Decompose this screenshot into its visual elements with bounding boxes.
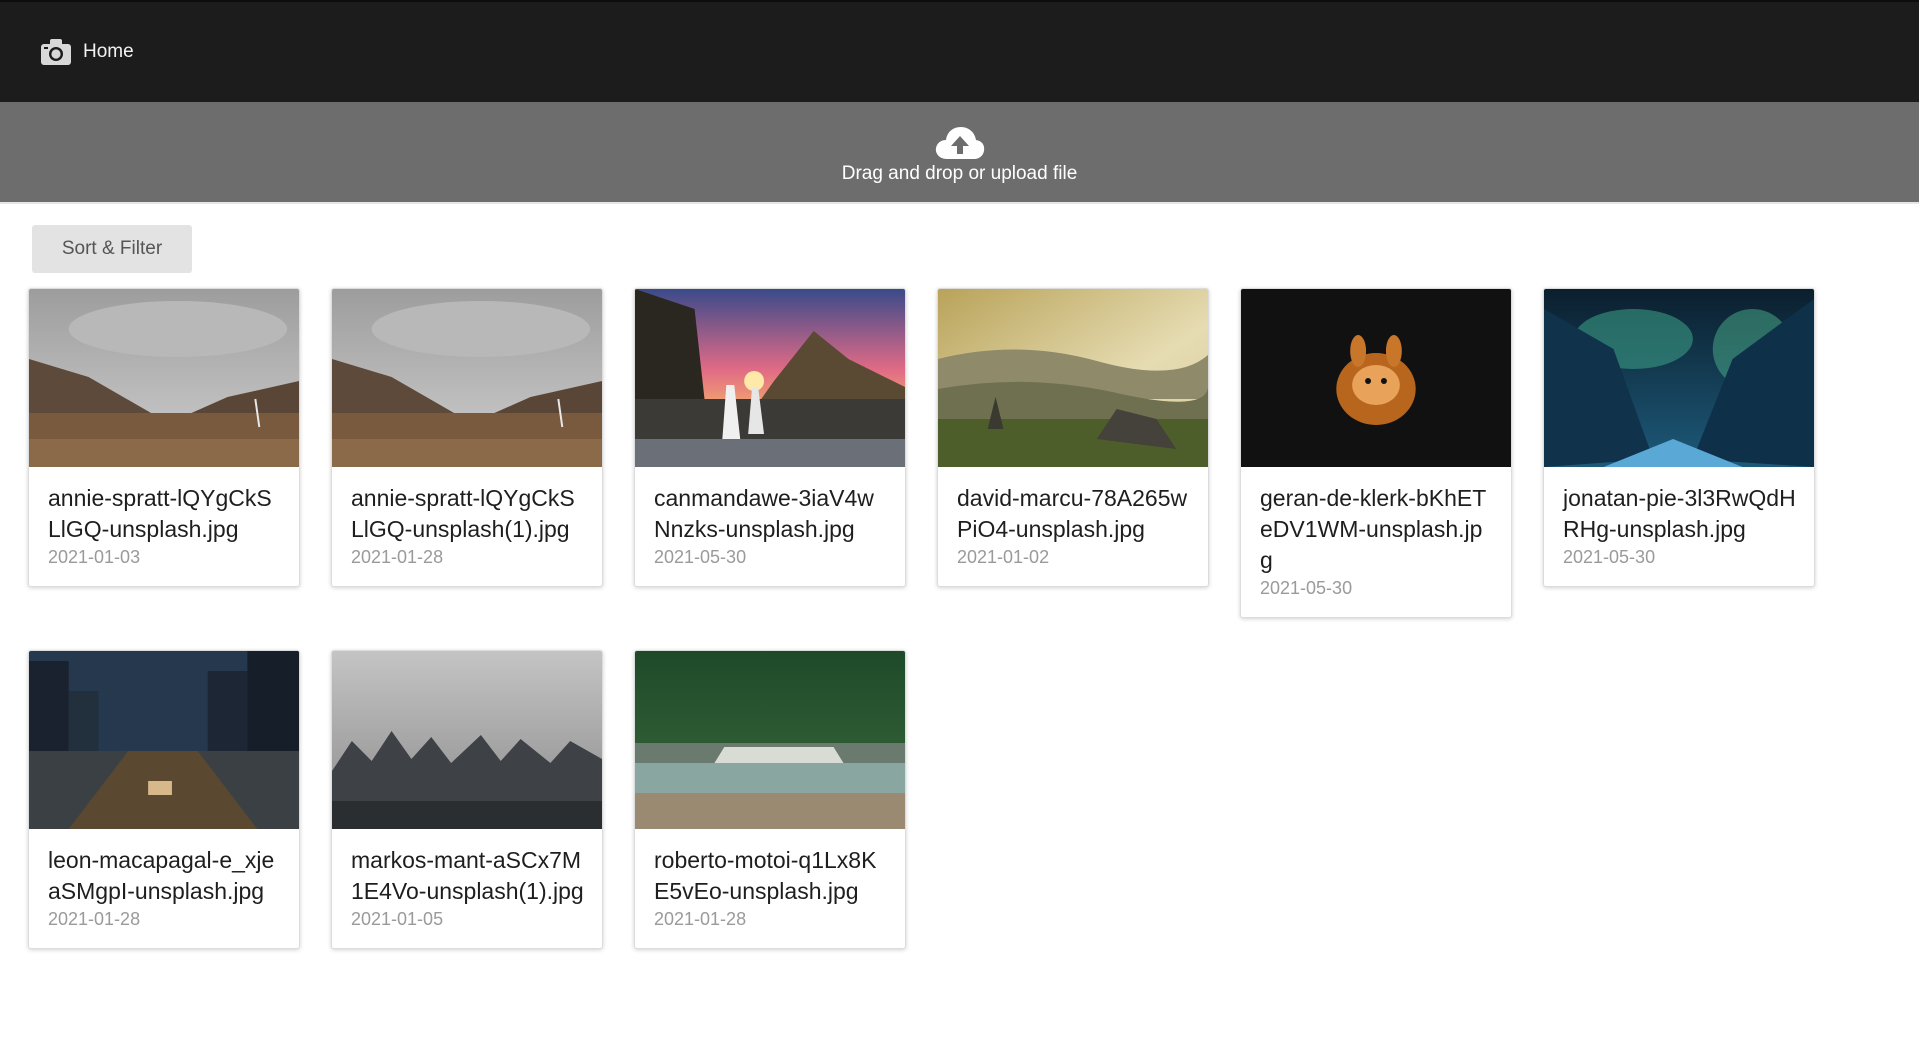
file-date: 2021-01-03 xyxy=(48,547,141,567)
file-date: 2021-01-28 xyxy=(654,909,747,929)
file-thumbnail xyxy=(29,289,299,467)
file-date: 2021-01-28 xyxy=(48,909,141,929)
file-date: 2021-05-30 xyxy=(1260,578,1353,598)
file-grid: annie-spratt-lQYgCkSLlGQ-unsplash.jpg 20… xyxy=(28,288,1828,949)
file-name: roberto-motoi-q1Lx8KE5vEo-unsplash.jpg xyxy=(654,847,877,904)
top-navbar: Home xyxy=(0,0,1919,102)
upload-dropzone[interactable]: Drag and drop or upload file xyxy=(0,102,1919,204)
cloud-upload-icon xyxy=(935,119,985,161)
home-link[interactable]: Home xyxy=(41,39,134,65)
file-card[interactable]: canmandawe-3iaV4wNnzks-unsplash.jpg 2021… xyxy=(634,288,906,587)
file-thumbnail xyxy=(29,651,299,829)
file-name: markos-mant-aSCx7M1E4Vo-unsplash(1).jpg xyxy=(351,847,584,904)
file-name: david-marcu-78A265wPiO4-unsplash.jpg xyxy=(957,485,1188,542)
file-name: annie-spratt-lQYgCkSLlGQ-unsplash(1).jpg xyxy=(351,485,575,542)
file-thumbnail xyxy=(332,651,602,829)
file-name: canmandawe-3iaV4wNnzks-unsplash.jpg xyxy=(654,485,874,542)
camera-icon xyxy=(41,39,71,65)
file-thumbnail xyxy=(635,651,905,829)
file-thumbnail xyxy=(1241,289,1511,467)
file-name: annie-spratt-lQYgCkSLlGQ-unsplash.jpg xyxy=(48,485,272,542)
file-thumbnail xyxy=(1544,289,1814,467)
file-date: 2021-05-30 xyxy=(1563,547,1656,567)
file-date: 2021-01-28 xyxy=(351,547,444,567)
file-date: 2021-05-30 xyxy=(654,547,747,567)
sort-filter-button[interactable]: Sort & Filter xyxy=(32,225,192,273)
file-name: geran-de-klerk-bKhETeDV1WM-unsplash.jpg xyxy=(1260,485,1487,573)
upload-label: Drag and drop or upload file xyxy=(841,163,1078,184)
file-thumbnail xyxy=(635,289,905,467)
file-card[interactable]: david-marcu-78A265wPiO4-unsplash.jpg 202… xyxy=(937,288,1209,587)
file-name: leon-macapagal-e_xjeaSMgpI-unsplash.jpg xyxy=(48,847,275,904)
file-name: jonatan-pie-3l3RwQdHRHg-unsplash.jpg xyxy=(1563,485,1796,542)
file-card[interactable]: annie-spratt-lQYgCkSLlGQ-unsplash.jpg 20… xyxy=(28,288,300,587)
file-card[interactable]: geran-de-klerk-bKhETeDV1WM-unsplash.jpg … xyxy=(1240,288,1512,618)
file-thumbnail xyxy=(332,289,602,467)
file-card[interactable]: roberto-motoi-q1Lx8KE5vEo-unsplash.jpg 2… xyxy=(634,650,906,949)
file-card[interactable]: jonatan-pie-3l3RwQdHRHg-unsplash.jpg 202… xyxy=(1543,288,1815,587)
file-thumbnail xyxy=(938,289,1208,467)
home-label: Home xyxy=(83,41,134,62)
file-card[interactable]: markos-mant-aSCx7M1E4Vo-unsplash(1).jpg … xyxy=(331,650,603,949)
file-card[interactable]: leon-macapagal-e_xjeaSMgpI-unsplash.jpg … xyxy=(28,650,300,949)
file-date: 2021-01-02 xyxy=(957,547,1050,567)
toolbar: Sort & Filter xyxy=(0,204,1919,273)
file-date: 2021-01-05 xyxy=(351,909,444,929)
file-card[interactable]: annie-spratt-lQYgCkSLlGQ-unsplash(1).jpg… xyxy=(331,288,603,587)
